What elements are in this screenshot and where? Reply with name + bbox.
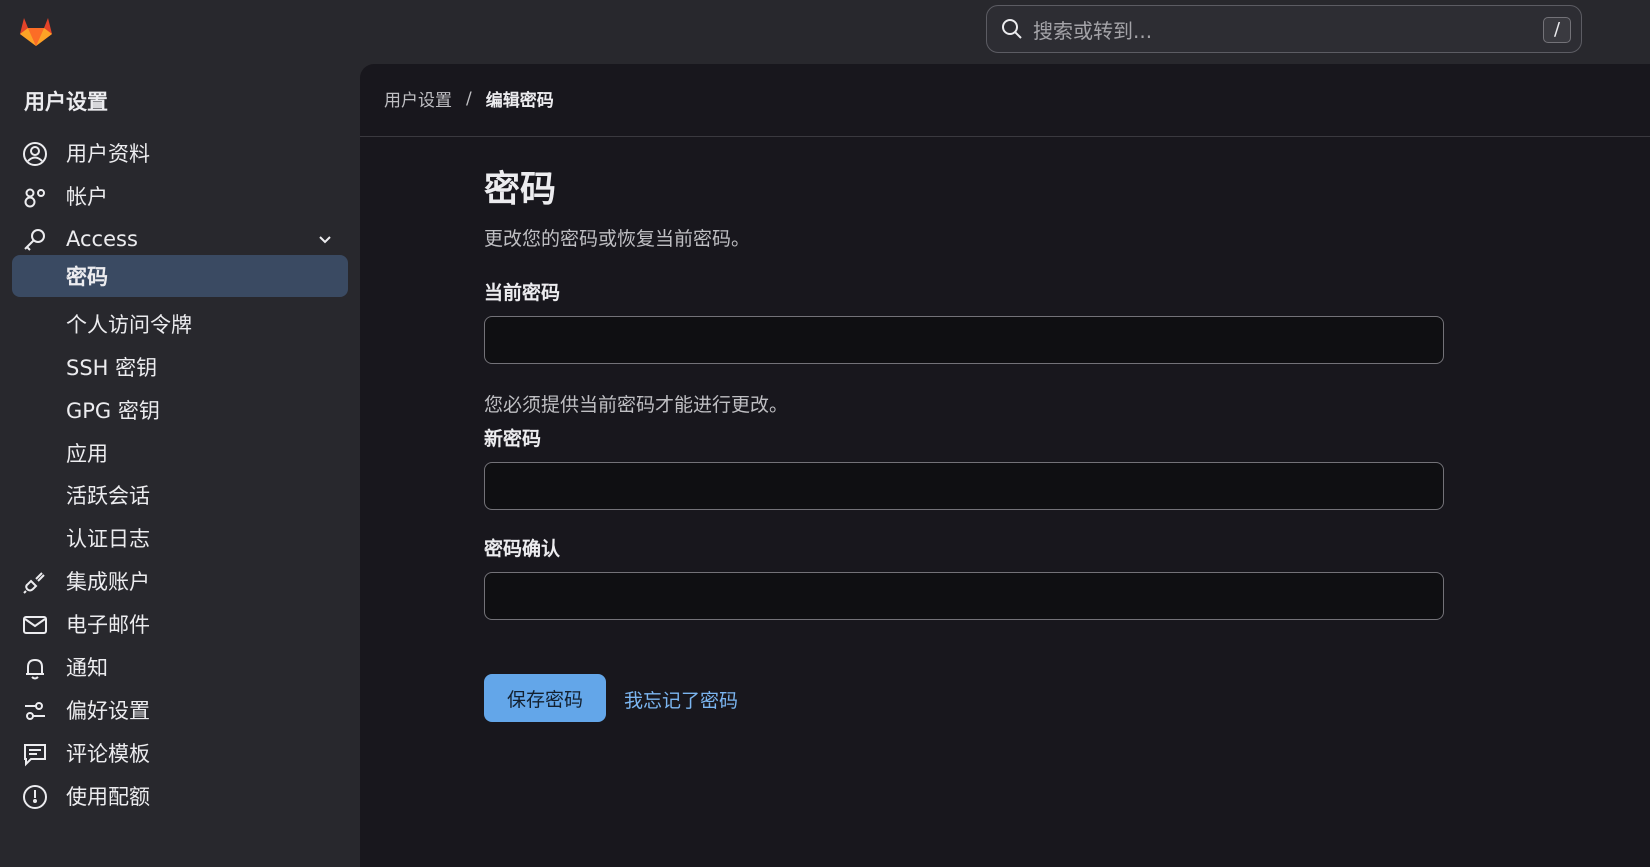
sidebar-item-comment-templates[interactable]: 评论模板 bbox=[12, 732, 348, 774]
bell-icon bbox=[26, 658, 44, 680]
save-password-button[interactable]: 保存密码 bbox=[484, 674, 606, 722]
comment-icon bbox=[24, 744, 46, 767]
sidebar-item-preferences[interactable]: 偏好设置 bbox=[12, 689, 348, 731]
sidebar-item-label: 帐户 bbox=[66, 185, 108, 209]
main-content: 用户设置 / 编辑密码 密码 更改您的密码或恢复当前密码。 当前密码 您必须提供… bbox=[360, 64, 1650, 867]
sidebar-item-notifications[interactable]: 通知 bbox=[12, 646, 348, 688]
quota-icon bbox=[23, 785, 47, 809]
sidebar-item-label: Access bbox=[66, 227, 138, 251]
sidebar-item-label: 偏好设置 bbox=[66, 699, 150, 723]
sidebar-item-gpg-keys[interactable]: GPG 密钥 bbox=[12, 389, 348, 431]
sidebar-item-label: 集成账户 bbox=[66, 570, 150, 594]
sidebar-item-usage-quotas[interactable]: 使用配额 bbox=[12, 775, 348, 817]
breadcrumb-current[interactable]: 编辑密码 bbox=[486, 86, 554, 111]
sidebar-item-label: GPG 密钥 bbox=[66, 399, 160, 423]
sidebar-item-applications[interactable]: 应用 bbox=[12, 432, 348, 474]
sidebar-item-password[interactable]: 密码 bbox=[12, 255, 348, 297]
search-input[interactable]: 搜索或转到... / bbox=[986, 5, 1582, 53]
page-title: 密码 bbox=[484, 169, 557, 210]
confirm-password-field[interactable] bbox=[484, 572, 1444, 620]
mail-icon bbox=[23, 616, 47, 634]
sidebar: 用户设置 用户资料 帐户 Access 密码 个人访问令牌 SSH 密钥 GPG… bbox=[0, 64, 360, 867]
current-password-field[interactable] bbox=[484, 316, 1444, 364]
sidebar-item-label: 使用配额 bbox=[66, 785, 150, 809]
sidebar-item-account[interactable]: 帐户 bbox=[12, 175, 348, 217]
sidebar-item-access[interactable]: Access bbox=[12, 218, 348, 260]
current-password-label: 当前密码 bbox=[484, 282, 561, 304]
sidebar-item-label: 应用 bbox=[66, 442, 108, 466]
sidebar-title: 用户设置 bbox=[24, 90, 108, 114]
search-icon bbox=[1002, 19, 1022, 39]
gitlab-logo-icon[interactable] bbox=[16, 10, 56, 50]
sidebar-item-label: 评论模板 bbox=[66, 742, 150, 766]
profile-icon bbox=[23, 142, 47, 166]
plug-icon bbox=[23, 572, 45, 594]
sidebar-item-label: 电子邮件 bbox=[66, 613, 150, 637]
sidebar-item-label: SSH 密钥 bbox=[66, 356, 158, 380]
sidebar-item-label: 通知 bbox=[66, 656, 108, 680]
breadcrumb: 用户设置 / 编辑密码 bbox=[384, 86, 554, 112]
page-description: 更改您的密码或恢复当前密码。 bbox=[484, 228, 751, 250]
sidebar-item-emails[interactable]: 电子邮件 bbox=[12, 603, 348, 645]
sidebar-item-profile[interactable]: 用户资料 bbox=[12, 132, 348, 174]
top-bar: 搜索或转到... / bbox=[0, 0, 1650, 64]
sidebar-item-ssh-keys[interactable]: SSH 密钥 bbox=[12, 346, 348, 388]
sidebar-item-label: 密码 bbox=[66, 265, 108, 289]
new-password-label: 新密码 bbox=[484, 428, 542, 450]
key-icon bbox=[24, 229, 45, 251]
sidebar-item-active-sessions[interactable]: 活跃会话 bbox=[12, 474, 348, 516]
breadcrumb-separator: / bbox=[466, 88, 472, 109]
sidebar-item-label: 个人访问令牌 bbox=[66, 313, 192, 337]
sidebar-item-auth-log[interactable]: 认证日志 bbox=[12, 517, 348, 559]
account-icon bbox=[24, 188, 45, 208]
sidebar-item-label: 活跃会话 bbox=[66, 484, 150, 508]
forgot-password-link[interactable]: 我忘记了密码 bbox=[624, 686, 738, 713]
confirm-password-label: 密码确认 bbox=[484, 538, 561, 560]
sidebar-item-personal-access-tokens[interactable]: 个人访问令牌 bbox=[12, 303, 348, 345]
chevron-down-icon[interactable] bbox=[316, 230, 334, 248]
search-shortcut-key: / bbox=[1543, 17, 1571, 43]
new-password-field[interactable] bbox=[484, 462, 1444, 510]
current-password-help: 您必须提供当前密码才能进行更改。 bbox=[484, 394, 789, 416]
preferences-icon bbox=[25, 702, 45, 720]
sidebar-item-integrated-accounts[interactable]: 集成账户 bbox=[12, 560, 348, 602]
search-placeholder: 搜索或转到... bbox=[1033, 18, 1153, 43]
sidebar-item-label: 用户资料 bbox=[66, 142, 150, 166]
divider bbox=[360, 136, 1650, 137]
sidebar-item-label: 认证日志 bbox=[66, 527, 150, 551]
breadcrumb-root-link[interactable]: 用户设置 bbox=[384, 86, 452, 111]
